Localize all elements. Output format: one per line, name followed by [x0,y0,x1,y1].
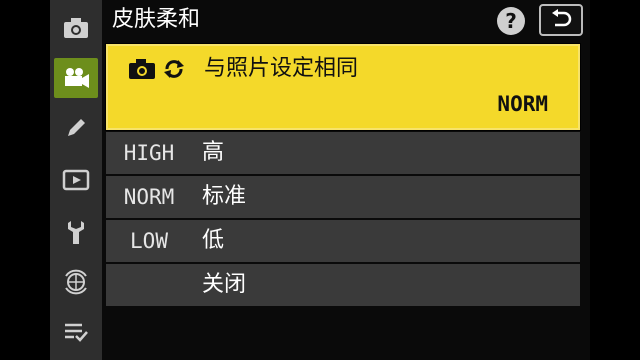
help-button[interactable]: ? [497,7,525,35]
option-label: 高 [202,140,225,165]
option-code: NORM [123,185,175,209]
menu-item-norm[interactable]: NORM 标准 [106,176,580,218]
menu-item-same-as-photo[interactable]: 与照片设定相同 NORM [105,43,581,131]
menu-item-label: 与照片设定相同 [204,56,359,81]
camera-icon[interactable] [54,8,98,48]
network-icon[interactable] [54,262,98,302]
header: 皮肤柔和 ? [102,0,590,42]
photo-sync-icon [128,58,186,80]
back-icon [552,9,572,27]
option-label: 标准 [202,184,247,209]
wrench-icon[interactable] [54,212,98,252]
back-button[interactable] [539,4,583,36]
option-label: 低 [202,228,225,253]
option-code: HIGH [123,141,175,165]
page-title: 皮肤柔和 [112,7,201,32]
menu-item-high[interactable]: HIGH 高 [106,132,580,174]
current-setting-value: NORM [497,92,548,116]
menu-item-off[interactable]: 关闭 [106,264,580,306]
sidebar [50,0,102,360]
playback-icon[interactable] [54,160,98,200]
option-code [106,264,192,306]
option-label: 关闭 [202,272,247,297]
movie-camera-icon[interactable] [54,58,98,98]
menu-item-low[interactable]: LOW 低 [106,220,580,262]
pencil-icon[interactable] [54,108,98,148]
option-code: LOW [130,229,168,253]
my-menu-icon[interactable] [54,312,98,352]
